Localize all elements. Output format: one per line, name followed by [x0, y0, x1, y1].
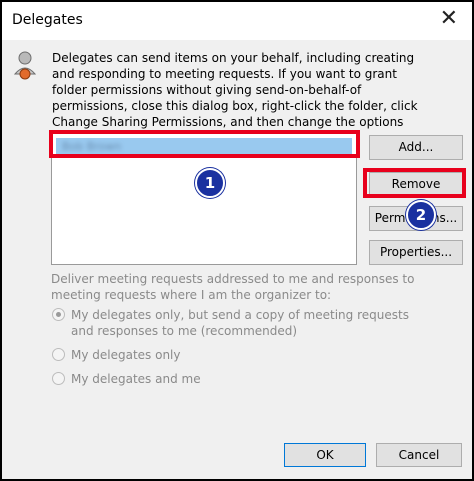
- radio-button[interactable]: [52, 308, 65, 321]
- radio-button[interactable]: [52, 348, 65, 361]
- dialog-title: Delegates: [12, 12, 83, 28]
- step-badge-1: 1: [195, 168, 225, 198]
- delegates-dialog: Delegates ✕ Delegates can send items on …: [2, 2, 472, 479]
- add-button[interactable]: Add...: [369, 135, 463, 160]
- step-badge-2: 2: [406, 200, 436, 230]
- radio-button[interactable]: [52, 372, 65, 385]
- properties-button[interactable]: Properties...: [369, 240, 463, 265]
- radio-label: My delegates only: [71, 348, 181, 362]
- title-bar: Delegates ✕: [2, 2, 472, 40]
- deliver-label: Deliver meeting requests addressed to me…: [51, 272, 415, 302]
- person-icon: [13, 51, 37, 80]
- ok-button[interactable]: OK: [284, 443, 366, 467]
- highlight-delegate: [49, 130, 360, 158]
- cancel-button[interactable]: Cancel: [376, 443, 462, 467]
- highlight-remove: [363, 168, 466, 198]
- radio-label: My delegates only, but send a copy of me…: [71, 308, 409, 338]
- radio-label: My delegates and me: [71, 372, 201, 386]
- close-icon[interactable]: ✕: [440, 8, 458, 30]
